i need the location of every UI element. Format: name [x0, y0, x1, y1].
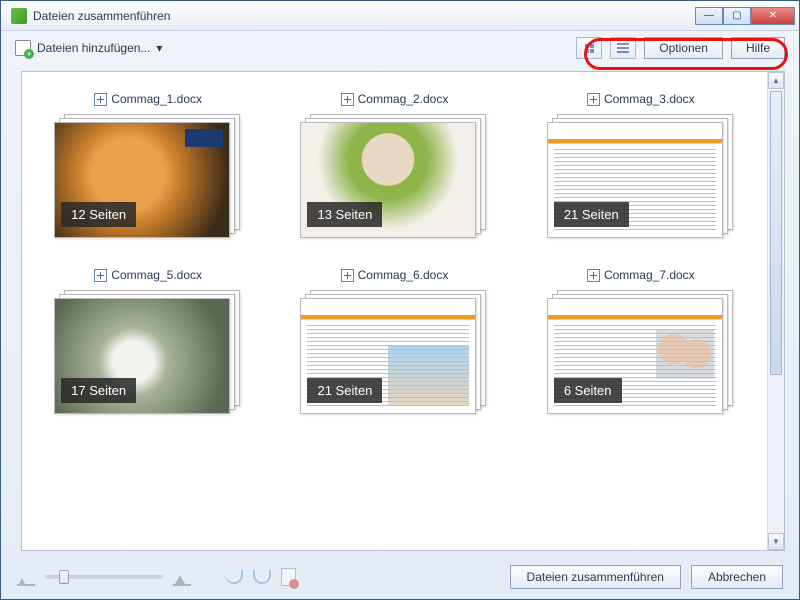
- file-name-row: Commag_5.docx: [94, 268, 202, 282]
- window-title: Dateien zusammenführen: [33, 9, 695, 23]
- add-file-icon: [15, 40, 31, 56]
- help-button[interactable]: Hilfe: [731, 37, 785, 59]
- zoom-in-icon[interactable]: [173, 568, 191, 586]
- zoom-slider-thumb[interactable]: [59, 570, 69, 584]
- add-files-button[interactable]: Dateien hinzufügen... ▾: [15, 40, 162, 56]
- vertical-scrollbar[interactable]: ▲ ▼: [767, 72, 784, 550]
- scroll-thumb[interactable]: [770, 91, 782, 375]
- file-name-row: Commag_2.docx: [341, 92, 449, 106]
- remove-file-button[interactable]: [281, 568, 296, 586]
- file-name: Commag_7.docx: [604, 268, 695, 282]
- file-name-row: Commag_6.docx: [341, 268, 449, 282]
- file-item[interactable]: Commag_5.docx 17 Seiten: [32, 268, 264, 414]
- page-count-badge: 17 Seiten: [61, 378, 136, 403]
- file-name: Commag_5.docx: [111, 268, 202, 282]
- page-count-badge: 6 Seiten: [554, 378, 622, 403]
- close-button[interactable]: ✕: [751, 7, 795, 25]
- thumbnail-view-button[interactable]: [576, 37, 602, 59]
- file-thumbnail-stack[interactable]: 17 Seiten: [54, 290, 242, 414]
- expand-icon[interactable]: [341, 269, 354, 282]
- file-thumbnail-stack[interactable]: 13 Seiten: [300, 114, 488, 238]
- file-grid: Commag_1.docx 12 Seiten Commag_2.docx 13 Se…: [22, 72, 767, 550]
- file-thumbnail-stack[interactable]: 21 Seiten: [300, 290, 488, 414]
- combine-files-button[interactable]: Dateien zusammenführen: [510, 565, 681, 589]
- scroll-down-button[interactable]: ▼: [768, 533, 784, 550]
- file-item[interactable]: Commag_2.docx 13 Seiten: [278, 92, 510, 238]
- bottom-bar: Dateien zusammenführen Abbrechen: [1, 555, 799, 599]
- file-item[interactable]: Commag_6.docx 21 Seiten: [278, 268, 510, 414]
- dropdown-caret-icon: ▾: [156, 41, 162, 55]
- file-name-row: Commag_3.docx: [587, 92, 695, 106]
- list-view-button[interactable]: [610, 37, 636, 59]
- page-count-badge: 12 Seiten: [61, 202, 136, 227]
- add-files-label: Dateien hinzufügen...: [37, 41, 150, 55]
- list-icon: [617, 43, 629, 53]
- expand-icon[interactable]: [341, 93, 354, 106]
- page-count-badge: 13 Seiten: [307, 202, 382, 227]
- expand-icon[interactable]: [587, 269, 600, 282]
- expand-icon[interactable]: [94, 269, 107, 282]
- file-item[interactable]: Commag_3.docx 21 Seiten: [525, 92, 757, 238]
- titlebar: Dateien zusammenführen — ▢ ✕: [1, 1, 799, 31]
- app-icon: [11, 8, 27, 24]
- file-thumbnail-stack[interactable]: 12 Seiten: [54, 114, 242, 238]
- cancel-button[interactable]: Abbrechen: [691, 565, 783, 589]
- file-item[interactable]: Commag_7.docx 6 Seiten: [525, 268, 757, 414]
- expand-icon[interactable]: [587, 93, 600, 106]
- zoom-out-icon[interactable]: [17, 568, 35, 586]
- file-name: Commag_2.docx: [358, 92, 449, 106]
- minimize-button[interactable]: —: [695, 7, 723, 25]
- file-list-frame: Commag_1.docx 12 Seiten Commag_2.docx 13 Se…: [21, 71, 785, 551]
- maximize-button[interactable]: ▢: [723, 7, 751, 25]
- file-name-row: Commag_7.docx: [587, 268, 695, 282]
- zoom-slider[interactable]: [45, 575, 163, 579]
- scroll-track[interactable]: [768, 89, 784, 533]
- file-name: Commag_3.docx: [604, 92, 695, 106]
- grid-icon: [585, 44, 594, 53]
- toolbar: Dateien hinzufügen... ▾ Optionen Hilfe: [1, 31, 799, 65]
- file-thumbnail-stack[interactable]: 6 Seiten: [547, 290, 735, 414]
- file-name: Commag_1.docx: [111, 92, 202, 106]
- expand-icon[interactable]: [94, 93, 107, 106]
- file-name-row: Commag_1.docx: [94, 92, 202, 106]
- file-name: Commag_6.docx: [358, 268, 449, 282]
- page-count-badge: 21 Seiten: [307, 378, 382, 403]
- file-thumbnail-stack[interactable]: 21 Seiten: [547, 114, 735, 238]
- page-count-badge: 21 Seiten: [554, 202, 629, 227]
- merge-files-window: Dateien zusammenführen — ▢ ✕ Dateien hin…: [0, 0, 800, 600]
- file-item[interactable]: Commag_1.docx 12 Seiten: [32, 92, 264, 238]
- options-button[interactable]: Optionen: [644, 37, 723, 59]
- scroll-up-button[interactable]: ▲: [768, 72, 784, 89]
- redo-button[interactable]: [253, 570, 271, 584]
- undo-button[interactable]: [225, 570, 243, 584]
- window-controls: — ▢ ✕: [695, 7, 795, 25]
